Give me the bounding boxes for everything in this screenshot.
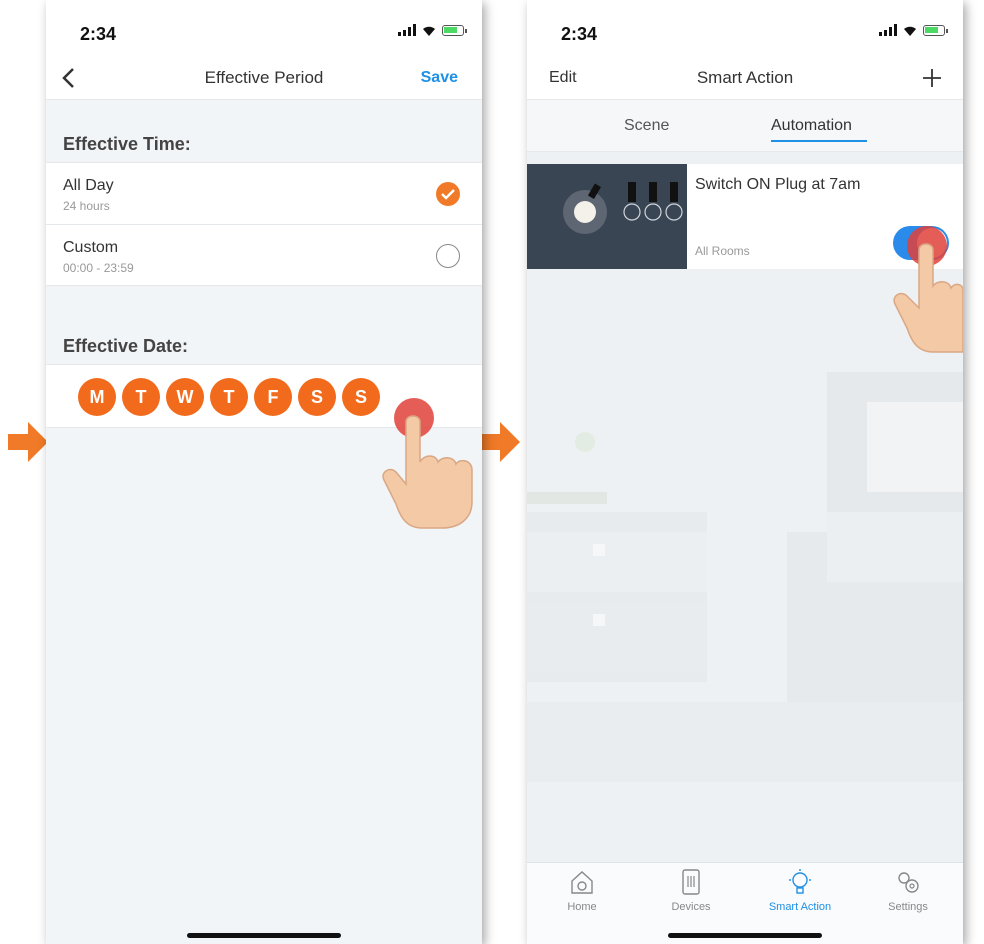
devices-icon [682, 869, 700, 895]
bulb-icon [789, 869, 811, 894]
tab-home[interactable]: Home [537, 867, 627, 913]
day-tuesday[interactable]: T [122, 378, 160, 416]
page-title: Effective Period [204, 68, 324, 87]
effective-date-label: Effective Date: [63, 336, 189, 356]
save-button[interactable]: Save [421, 69, 458, 87]
plus-icon[interactable] [921, 67, 943, 89]
segment-tabs: Scene Automation [527, 100, 963, 152]
battery-icon [923, 24, 948, 36]
day-wednesday[interactable]: W [166, 378, 204, 416]
option-custom[interactable]: Custom 00:00 - 23:59 [46, 224, 482, 286]
wifi-icon [423, 26, 435, 36]
arrow-right-icon [480, 422, 520, 462]
home-indicator [187, 933, 341, 938]
option-all-day[interactable]: All Day 24 hours [46, 162, 482, 224]
day-monday[interactable]: M [78, 378, 116, 416]
effective-time-label: Effective Time: [63, 134, 191, 154]
signal-icon [879, 24, 897, 36]
automation-title: Switch ON Plug at 7am [695, 176, 861, 193]
page-title: Smart Action [696, 68, 794, 87]
effective-period-screen: 2:34 Effective Period Save Effective Tim… [46, 0, 482, 944]
day-friday[interactable]: F [254, 378, 292, 416]
battery-icon [442, 24, 467, 36]
day-saturday[interactable]: S [298, 378, 336, 416]
gears-icon [898, 872, 919, 893]
bottom-tab-bar: Home Devices Smart Action Settings [527, 862, 963, 944]
status-bar: 2:34 [527, 0, 963, 58]
day-thursday[interactable]: T [210, 378, 248, 416]
status-time: 2:34 [80, 24, 117, 44]
smart-action-screen: 2:34 Edit Smart Action Scene Automation [527, 0, 963, 944]
automation-room: All Rooms [695, 244, 750, 258]
tab-underline [771, 140, 867, 142]
pointing-hand-icon [382, 398, 473, 529]
pointing-hand-icon [893, 226, 963, 353]
status-bar: 2:34 [46, 0, 482, 58]
wifi-icon [904, 26, 916, 36]
tab-settings[interactable]: Settings [863, 867, 953, 913]
status-time: 2:34 [561, 24, 598, 44]
bulbs-image [527, 164, 687, 269]
checkmark-icon[interactable] [436, 182, 460, 206]
home-indicator [668, 933, 822, 938]
tab-scene[interactable]: Scene [624, 117, 669, 135]
day-sunday[interactable]: S [342, 378, 380, 416]
radio-empty-icon[interactable] [436, 244, 460, 268]
tab-smart-action[interactable]: Smart Action [755, 867, 845, 913]
nav-bar: Edit Smart Action [527, 58, 963, 100]
tab-devices[interactable]: Devices [646, 867, 736, 913]
signal-icon [398, 24, 416, 36]
arrow-right-icon [8, 422, 48, 462]
home-icon [571, 871, 593, 894]
nav-bar: Effective Period Save [46, 58, 482, 100]
tab-automation[interactable]: Automation [771, 117, 852, 135]
